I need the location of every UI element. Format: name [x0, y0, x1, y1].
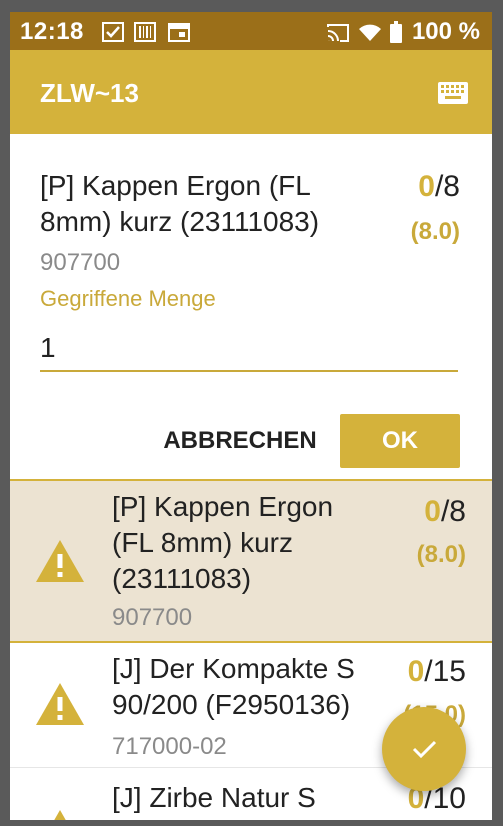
app-bar: ZLW~13	[10, 50, 492, 134]
list-item[interactable]: [P] Kappen Ergon (FL 8mm) kurz (23111083…	[10, 479, 492, 643]
list-item-name: [J] Der Kompakte S 90/200 (F2950136)	[112, 653, 355, 720]
status-time: 12:18	[20, 18, 84, 45]
list-count-total: /15	[424, 655, 466, 688]
list-item-code: 907700	[112, 604, 193, 631]
status-bar: 12:18 100 %	[10, 12, 492, 50]
list-item-count: 0/8	[424, 495, 466, 529]
app-screen: 12:18 100 % ZLW~13 [P] Kappen Ergon (FL …	[10, 12, 492, 820]
confirm-fab-button[interactable]	[382, 707, 466, 791]
cast-icon	[326, 24, 350, 47]
warning-icon	[34, 808, 86, 820]
checkbox-notification-icon	[102, 22, 124, 47]
list-item-count: 0/15	[408, 655, 466, 689]
cancel-button[interactable]: ABBRECHEN	[150, 414, 330, 468]
dialog-count-done: 0	[418, 170, 435, 203]
barcode-notification-icon	[134, 22, 156, 47]
dialog-item-count: 0/8	[418, 170, 460, 204]
dialog-item-code: 907700	[40, 249, 121, 276]
dialog-item-name: [P] Kappen Ergon (FL 8mm) kurz (23111083…	[40, 170, 320, 237]
list-item-name: [J] Zirbe Natur S	[112, 782, 316, 813]
calendar-notification-icon	[168, 22, 190, 47]
warning-icon	[34, 681, 86, 732]
list-count-total: /8	[440, 495, 466, 528]
battery-icon	[390, 21, 402, 48]
quantity-input[interactable]	[40, 326, 458, 372]
battery-percent: 100 %	[411, 18, 480, 45]
list-item-code: 717000-02	[112, 733, 227, 760]
quantity-dialog: [P] Kappen Ergon (FL 8mm) kurz (23111083…	[10, 134, 492, 479]
ok-button[interactable]: OK	[340, 414, 460, 468]
quantity-label: Gegriffene Menge	[40, 286, 216, 311]
warning-icon	[34, 538, 86, 589]
keyboard-icon[interactable]	[438, 82, 468, 109]
dialog-count-total: /8	[434, 170, 460, 203]
list-item-sub: (8.0)	[416, 541, 466, 568]
app-title: ZLW~13	[40, 78, 139, 108]
dialog-item-sub: (8.0)	[410, 218, 460, 245]
list-item-name: [P] Kappen Ergon (FL 8mm) kurz (23111083…	[112, 491, 334, 594]
list-count-done: 0	[424, 495, 441, 528]
checkmark-icon	[412, 740, 437, 759]
list-count-done: 0	[407, 655, 425, 688]
wifi-icon	[358, 24, 382, 47]
